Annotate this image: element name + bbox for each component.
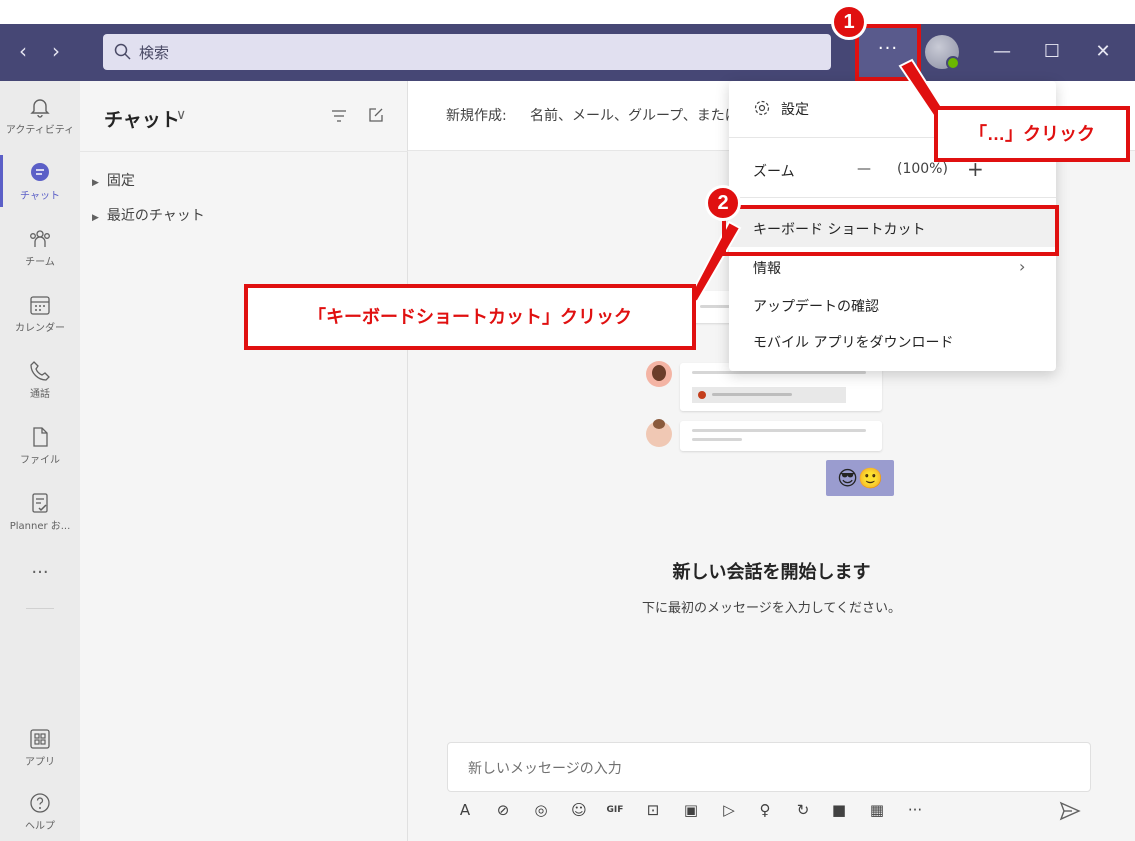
zoom-label: ズーム [753, 164, 795, 180]
menu-item-info[interactable]: 情報 [753, 258, 781, 278]
chat-icon [31, 163, 49, 181]
rail-divider [26, 608, 54, 609]
teams-window: ‹ › 検索 ··· — ☐ ✕ アクティビティ チャット チーム カレンダー … [0, 0, 1135, 841]
highlight-keyboard-shortcuts [722, 205, 1059, 256]
rail-item-files[interactable]: ファイル [0, 415, 80, 477]
group-label: 固定 [106, 173, 135, 189]
rail-more-button[interactable]: ··· [0, 553, 80, 593]
chat-list-divider [80, 151, 408, 152]
more-options-button[interactable]: ··· [855, 24, 921, 81]
forms-icon[interactable]: ▦ [866, 799, 888, 821]
apps-icon [30, 729, 50, 749]
menu-divider [729, 197, 1056, 198]
to-label: 新規作成: [446, 108, 507, 124]
rail-item-help[interactable]: ヘルプ [0, 781, 80, 841]
maximize-button[interactable]: ☐ [1035, 36, 1069, 68]
rail-label: チャット [20, 191, 60, 202]
rail-item-chat[interactable]: チャット [0, 151, 80, 213]
gif-icon[interactable]: GIF [604, 799, 626, 821]
loop-icon[interactable]: ◎ [530, 799, 552, 821]
callout-step1: 「…」クリック [934, 106, 1130, 162]
chat-list-pane: チャット ∨ ▶ 固定 ▶ 最近のチャット [80, 81, 408, 841]
rail-label: Planner お... [9, 521, 71, 532]
emoji-icon[interactable]: ☺ [568, 799, 590, 821]
chevron-down-icon[interactable]: ∨ [176, 107, 186, 123]
phone-icon [30, 361, 50, 381]
rail-label: ファイル [20, 455, 60, 466]
stream-icon[interactable]: ▷ [718, 799, 740, 821]
rail-item-apps[interactable]: アプリ [0, 717, 80, 779]
close-button[interactable]: ✕ [1086, 36, 1120, 68]
chevron-right-icon: › [1019, 257, 1026, 276]
schedule-icon[interactable]: ↻ [792, 799, 814, 821]
attach-icon[interactable]: ⊘ [492, 799, 514, 821]
rail-item-calendar[interactable]: カレンダー [0, 283, 80, 345]
presence-available-icon [946, 56, 960, 70]
planner-icon [32, 493, 48, 513]
calendar-icon [30, 296, 50, 315]
sticker-icon[interactable]: ⊡ [642, 799, 664, 821]
rail-label: チーム [25, 257, 55, 268]
meet-now-icon[interactable]: ▣ [680, 799, 702, 821]
message-placeholder: 新しいメッセージの入力 [468, 761, 622, 777]
teams-icon [30, 230, 50, 247]
caret-right-icon: ▶ [92, 178, 99, 188]
menu-item-download-mobile[interactable]: モバイル アプリをダウンロード [753, 332, 953, 352]
empty-state-subtitle: 下に最初のメッセージを入力してください。 [642, 601, 901, 616]
back-button[interactable]: ‹ [9, 37, 37, 65]
format-icon[interactable]: A [454, 799, 476, 821]
rail-item-teams[interactable]: チーム [0, 217, 80, 279]
rail-label: 通話 [30, 389, 50, 400]
minimize-button[interactable]: — [985, 36, 1019, 68]
filter-icon[interactable] [330, 107, 348, 125]
illustration-card [680, 421, 882, 451]
forward-button[interactable]: › [42, 37, 70, 65]
to-input[interactable]: 名前、メール、グループ、またはタグ [530, 105, 740, 125]
rail-label: アクティビティ [5, 125, 75, 136]
menu-item-settings[interactable]: 設定 [781, 99, 809, 119]
title-bar: ‹ › 検索 ··· — ☐ ✕ [0, 24, 1135, 81]
step2-badge: 2 [705, 185, 741, 221]
send-icon[interactable] [1058, 799, 1082, 823]
group-recent-chats[interactable]: ▶ 最近のチャット [92, 205, 205, 225]
rail-label: カレンダー [15, 323, 65, 334]
rail-label: アプリ [25, 757, 55, 768]
menu-item-check-updates[interactable]: アップデートの確認 [753, 296, 879, 316]
more-apps-icon[interactable]: ··· [904, 799, 926, 821]
gear-icon [754, 100, 770, 116]
caret-right-icon: ▶ [92, 213, 99, 223]
message-input[interactable]: 新しいメッセージの入力 [447, 742, 1091, 792]
bell-icon [30, 99, 50, 118]
search-placeholder: 検索 [139, 44, 170, 62]
person-avatar-2 [646, 419, 672, 447]
help-icon [30, 793, 50, 813]
chat-list-title[interactable]: チャット [104, 105, 180, 132]
empty-state-title: 新しい会話を開始します [672, 562, 871, 583]
callout-step2: 「キーボードショートカット」クリック [244, 284, 696, 350]
file-icon [33, 427, 48, 447]
rail-item-calls[interactable]: 通話 [0, 349, 80, 411]
step1-badge: 1 [831, 4, 867, 40]
app-icon[interactable]: ■ [828, 799, 850, 821]
praise-icon[interactable]: ♀ [754, 799, 776, 821]
rail-label: ヘルプ [25, 821, 55, 832]
search-box[interactable]: 検索 [103, 34, 831, 70]
group-pinned[interactable]: ▶ 固定 [92, 170, 135, 190]
rail-item-planner[interactable]: Planner お... [0, 481, 80, 543]
new-chat-icon[interactable] [367, 106, 385, 124]
app-rail: アクティビティ チャット チーム カレンダー 通話 ファイル Planner お… [0, 81, 80, 841]
rail-item-activity[interactable]: アクティビティ [0, 85, 80, 147]
group-label: 最近のチャット [106, 208, 205, 224]
zoom-value: (100%) [897, 161, 948, 177]
zoom-out-button[interactable]: — [857, 161, 871, 177]
search-icon [114, 43, 131, 60]
emoji-reaction-icon: 😎🙂 [826, 460, 894, 496]
person-avatar-1 [646, 361, 672, 387]
